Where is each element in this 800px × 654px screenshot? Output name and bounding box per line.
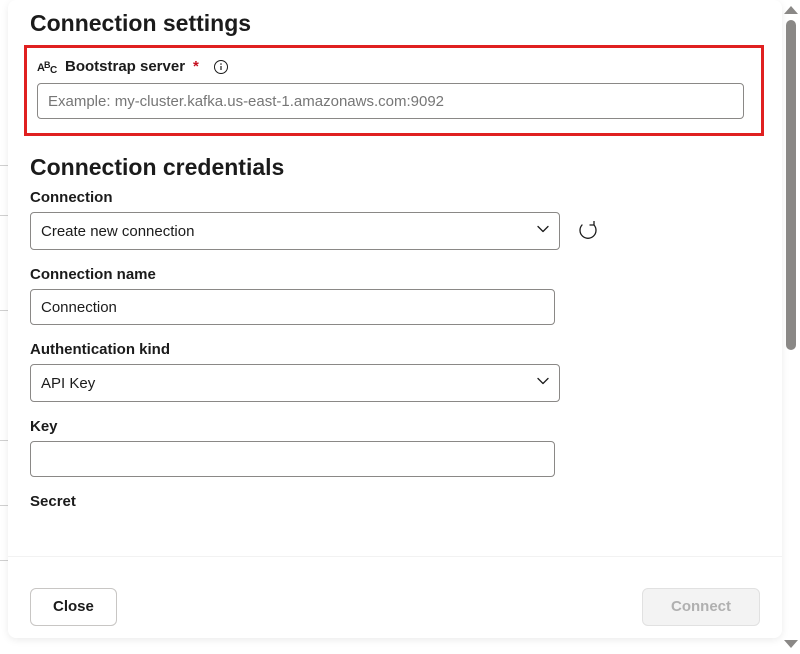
bootstrap-highlight-box: A B C Bootstrap server * — [24, 45, 764, 136]
connection-name-label: Connection name — [30, 266, 760, 283]
section-heading-credentials: Connection credentials — [30, 154, 760, 181]
bootstrap-label-row: A B C Bootstrap server * — [37, 58, 751, 75]
connection-select-value: Create new connection — [41, 223, 194, 240]
connection-select[interactable]: Create new connection — [30, 212, 560, 250]
auth-kind-select-value: API Key — [41, 375, 95, 392]
bootstrap-server-input[interactable] — [37, 83, 744, 119]
required-asterisk: * — [193, 58, 199, 75]
secret-field: Secret — [30, 493, 760, 510]
scroll-up-arrow-icon[interactable] — [784, 6, 798, 14]
left-edge-ticks — [0, 0, 8, 638]
text-type-abc-icon: A B C — [37, 59, 59, 75]
auth-kind-select[interactable]: API Key — [30, 364, 560, 402]
scrollbar[interactable] — [784, 6, 798, 648]
auth-kind-select-wrap: API Key — [30, 364, 560, 402]
connection-name-input[interactable] — [30, 289, 555, 325]
connection-field: Connection Create new connection — [30, 189, 760, 250]
scroll-thumb[interactable] — [786, 20, 796, 350]
auth-kind-field: Authentication kind API Key — [30, 341, 760, 402]
scroll-down-arrow-icon[interactable] — [784, 640, 798, 648]
close-button[interactable]: Close — [30, 588, 117, 626]
connection-select-wrap: Create new connection — [30, 212, 560, 250]
section-heading-settings: Connection settings — [30, 10, 760, 37]
refresh-button[interactable] — [576, 219, 600, 243]
panel-body: Connection settings A B C Bootstrap serv… — [8, 0, 782, 556]
secret-label: Secret — [30, 493, 760, 510]
bootstrap-label: Bootstrap server — [65, 58, 185, 75]
connection-panel: Connection settings A B C Bootstrap serv… — [8, 0, 782, 638]
key-label: Key — [30, 418, 760, 435]
connection-label: Connection — [30, 189, 760, 206]
panel-footer: Close Connect — [8, 556, 782, 638]
key-input[interactable] — [30, 441, 555, 477]
connection-name-field: Connection name — [30, 266, 760, 325]
svg-text:C: C — [50, 65, 57, 75]
connection-select-row: Create new connection — [30, 212, 760, 250]
auth-kind-label: Authentication kind — [30, 341, 760, 358]
info-icon[interactable] — [213, 59, 229, 75]
connect-button[interactable]: Connect — [642, 588, 760, 626]
key-field: Key — [30, 418, 760, 477]
